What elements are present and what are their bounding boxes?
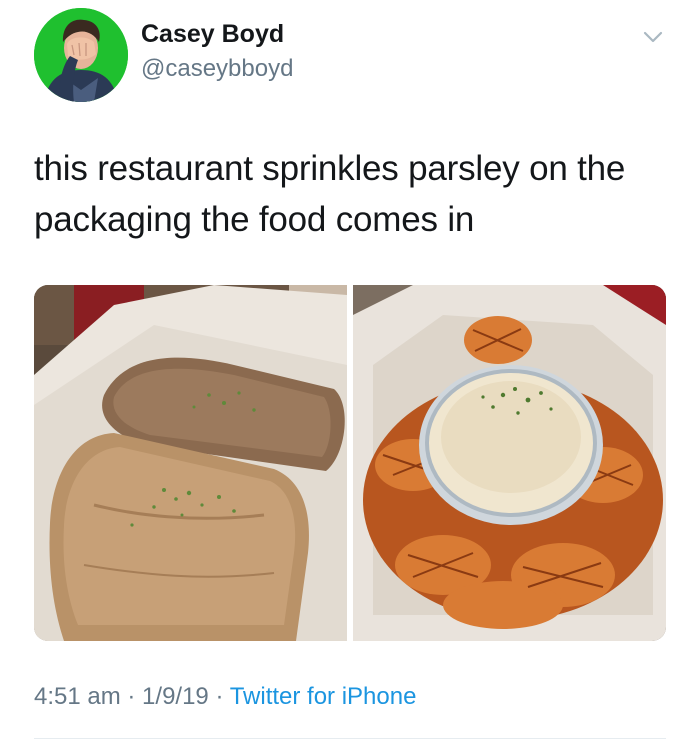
author-handle[interactable]: @caseybboyd xyxy=(141,55,293,83)
meta-separator: · xyxy=(208,683,230,710)
tweet-media xyxy=(34,285,666,641)
tweet-source-link[interactable]: Twitter for iPhone xyxy=(230,683,417,710)
burrito-photo[interactable] xyxy=(34,285,347,641)
author-display-name[interactable]: Casey Boyd xyxy=(141,20,284,49)
tweet-text: this restaurant sprinkles parsley on the… xyxy=(34,149,626,239)
divider xyxy=(34,738,666,739)
chevron-down-icon[interactable] xyxy=(638,22,668,52)
tweet-meta: 4:51 am · 1/9/19 · Twitter for iPhone xyxy=(34,683,416,711)
tweet-date[interactable]: 1/9/19 xyxy=(142,683,209,710)
author-avatar[interactable] xyxy=(34,8,128,102)
waffle-fries-photo[interactable] xyxy=(353,285,666,641)
tweet-time[interactable]: 4:51 am xyxy=(34,683,121,710)
meta-separator: · xyxy=(120,683,143,710)
tweet-card: Casey Boyd @caseybboyd this restaurant s… xyxy=(0,0,700,743)
facepalm-avatar-image xyxy=(34,8,128,102)
